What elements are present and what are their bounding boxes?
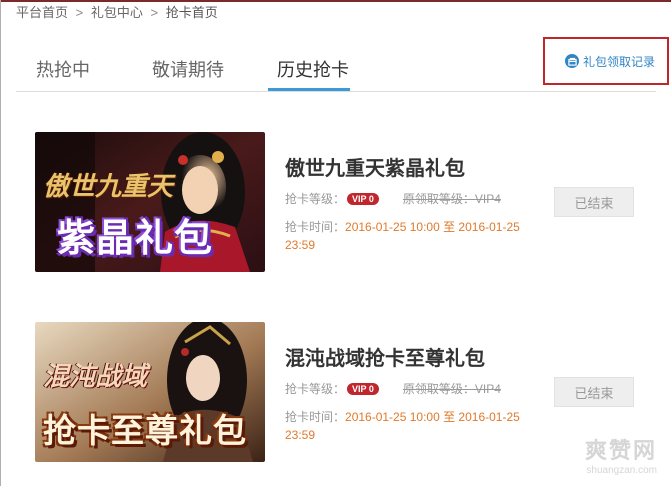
- time-label: 抢卡时间：: [285, 410, 346, 424]
- ended-button[interactable]: 已结束: [554, 377, 634, 407]
- tab-hot[interactable]: 热抢中: [36, 56, 90, 82]
- gift-level-row: 抢卡等级： VIP 0 原领取等级：VIP4: [285, 190, 501, 207]
- box-icon: [565, 54, 579, 68]
- ended-button[interactable]: 已结束: [554, 187, 634, 217]
- original-level: 原领取等级：VIP4: [402, 382, 501, 396]
- level-label: 抢卡等级：: [285, 192, 346, 206]
- level-label: 抢卡等级：: [285, 382, 346, 396]
- breadcrumb-gift-center-link[interactable]: 礼包中心: [91, 5, 143, 20]
- gift-level-row: 抢卡等级： VIP 0 原领取等级：VIP4: [285, 380, 501, 397]
- gift-time: 抢卡时间：2016-01-25 10:00 至 2016-01-25 23:59: [285, 218, 525, 254]
- left-border: [0, 0, 1, 486]
- gift-card: 傲世九重天 紫晶礼包 傲世九重天紫晶礼包 抢卡等级： VIP 0 原领取等级：V…: [35, 132, 645, 272]
- vip-badge: VIP 0: [347, 382, 379, 395]
- gift-time: 抢卡时间：2016-01-25 10:00 至 2016-01-25 23:59: [285, 408, 525, 444]
- gift-banner-image[interactable]: 混沌战域 抢卡至尊礼包: [35, 322, 265, 462]
- gift-record-link[interactable]: 礼包领取记录: [543, 37, 669, 85]
- watermark-main: 爽赞网: [584, 438, 657, 463]
- banner-game-logo: 混沌战域: [43, 362, 148, 392]
- breadcrumb-current: 抢卡首页: [165, 5, 218, 20]
- time-label: 抢卡时间：: [285, 220, 346, 234]
- gift-title[interactable]: 傲世九重天紫晶礼包: [285, 152, 465, 181]
- gift-card: 混沌战域 抢卡至尊礼包 混沌战域抢卡至尊礼包 抢卡等级： VIP 0 原领取等级…: [35, 322, 645, 462]
- breadcrumb: 平台首页 > 礼包中心 > 抢卡首页: [16, 2, 218, 21]
- gift-title[interactable]: 混沌战域抢卡至尊礼包: [285, 342, 485, 371]
- vip-badge: VIP 0: [347, 192, 379, 205]
- banner-game-logo: 傲世九重天: [43, 172, 174, 202]
- banner-gift-text: 抢卡至尊礼包: [43, 412, 247, 449]
- active-tab-indicator: [268, 88, 350, 91]
- gift-banner-image[interactable]: 傲世九重天 紫晶礼包: [35, 132, 265, 272]
- banner-gift-text: 紫晶礼包: [57, 218, 214, 260]
- site-watermark: 爽赞网 shuangzan.com: [585, 433, 657, 476]
- tab-history[interactable]: 历史抢卡: [277, 56, 349, 82]
- watermark-sub: shuangzan.com: [586, 465, 657, 476]
- original-level: 原领取等级：VIP4: [402, 192, 501, 206]
- tab-upcoming[interactable]: 敬请期待: [152, 56, 224, 82]
- gift-record-label: 礼包领取记录: [583, 54, 656, 69]
- breadcrumb-separator: >: [75, 5, 84, 20]
- breadcrumb-home-link[interactable]: 平台首页: [16, 5, 68, 20]
- breadcrumb-separator: >: [150, 5, 159, 20]
